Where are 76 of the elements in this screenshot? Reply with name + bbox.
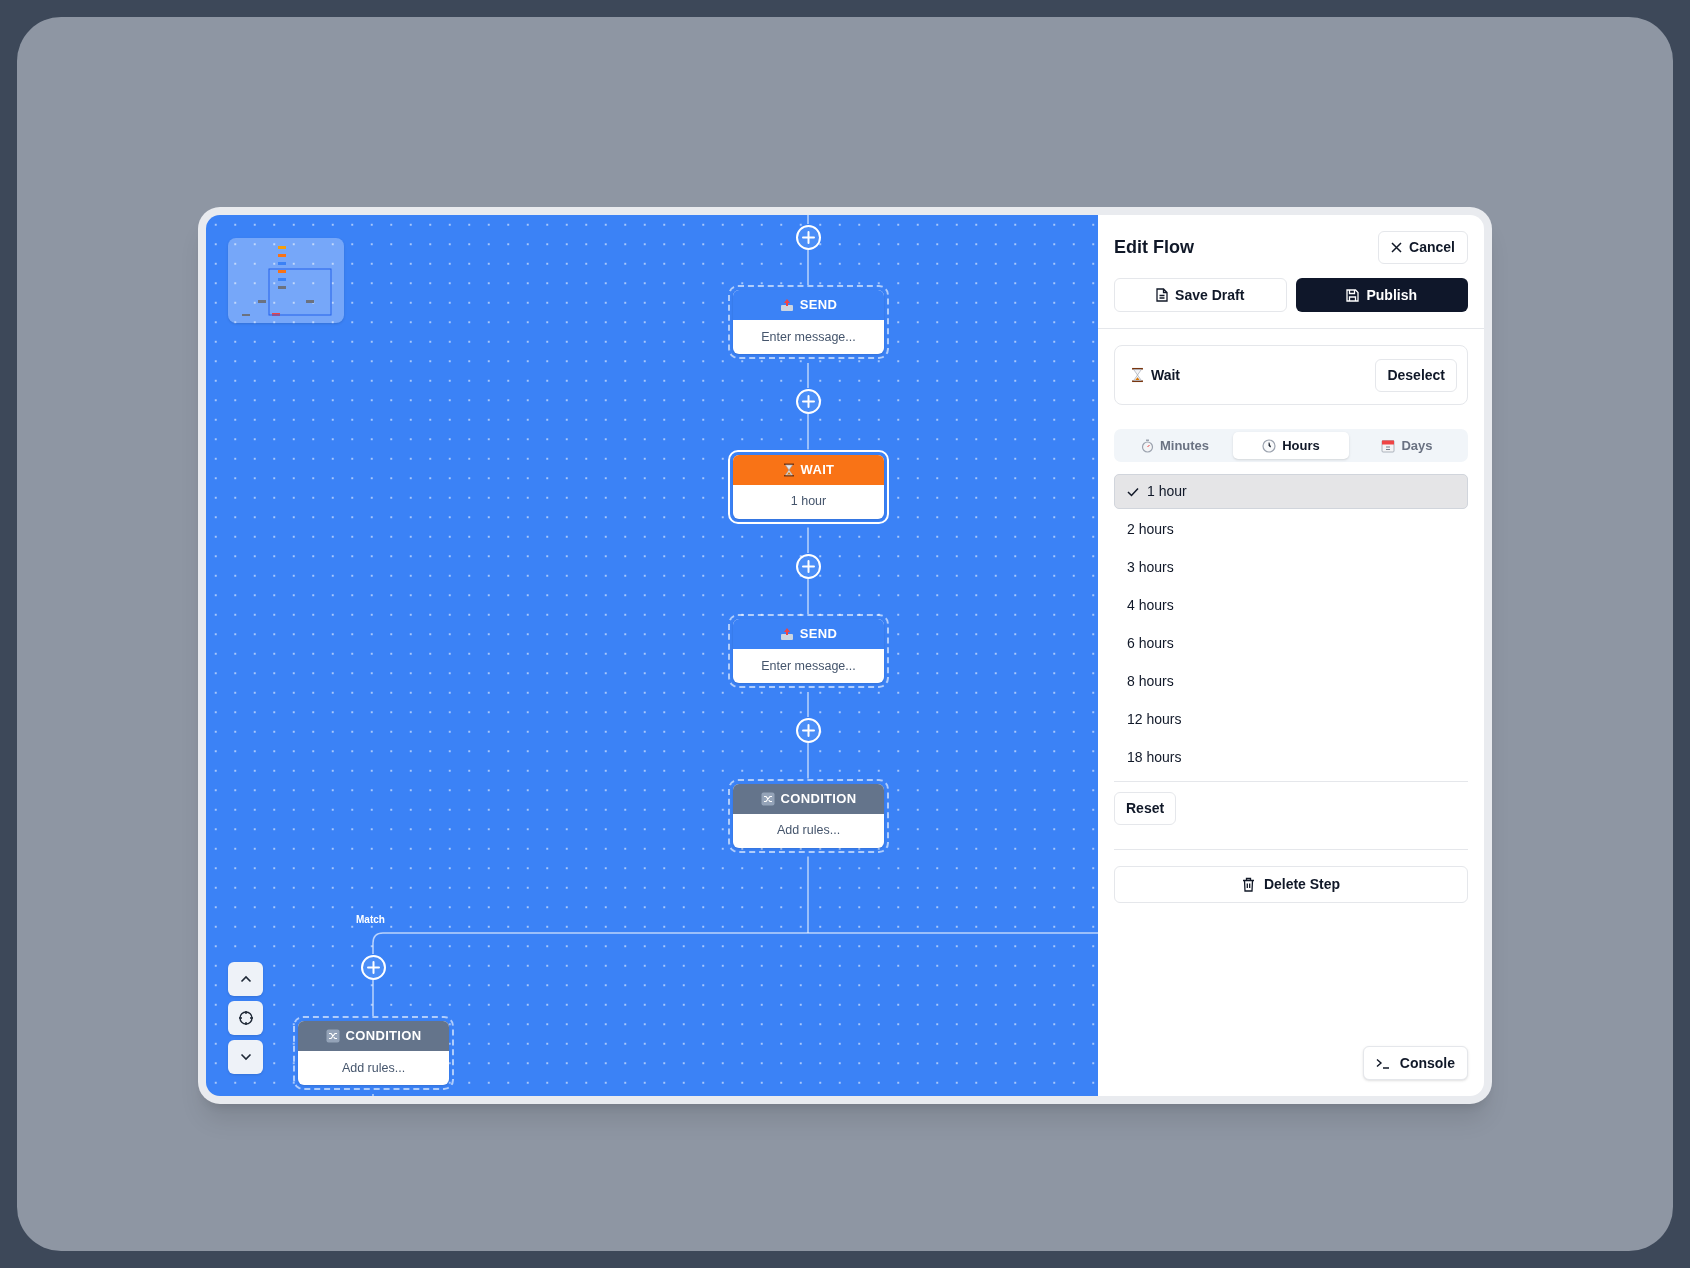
shuffle-icon [325, 1029, 340, 1043]
outbox-tray-icon [779, 627, 794, 641]
close-icon [1391, 242, 1403, 253]
cancel-button[interactable]: Cancel [1378, 231, 1468, 264]
unit-tab[interactable]: Hours [1233, 432, 1349, 459]
chevron-down-icon [239, 1053, 252, 1061]
step-node[interactable]: SEND Enter message... [728, 614, 889, 688]
chevron-up-icon [239, 975, 252, 983]
node-title: SEND [799, 625, 838, 644]
publish-button[interactable]: Publish [1295, 278, 1468, 312]
plus-icon [801, 559, 815, 573]
unit-tab[interactable]: Days [1349, 432, 1465, 459]
branch-label: Match [356, 913, 385, 927]
reset-button[interactable]: Reset [1114, 792, 1177, 825]
duration-option[interactable]: 4 hours [1114, 588, 1468, 623]
document-icon [1156, 288, 1169, 302]
plus-icon [801, 230, 815, 244]
plus-icon [801, 394, 815, 408]
add-step-button[interactable] [360, 954, 386, 980]
step-node[interactable]: WAIT 1 hour [728, 449, 889, 524]
node-body-text: Add rules... [341, 1059, 406, 1077]
panel-title: Edit Flow [1114, 236, 1194, 259]
connector-line [807, 362, 809, 389]
step-node[interactable]: CONDITION Add rules... [293, 1016, 454, 1090]
unit-tab[interactable]: Minutes [1117, 432, 1233, 459]
node-title: WAIT [800, 460, 835, 479]
crosshair-icon [237, 1010, 254, 1026]
step-name: Wait [1151, 365, 1181, 385]
node-title: CONDITION [780, 789, 857, 808]
deselect-button[interactable]: Deselect [1375, 358, 1457, 392]
shuffle-icon [760, 791, 775, 806]
connector-line [807, 526, 809, 554]
duration-option[interactable]: 1 hour [1114, 474, 1468, 509]
duration-option[interactable]: 12 hours [1114, 702, 1468, 737]
add-step-button[interactable] [795, 224, 821, 250]
duration-option[interactable]: 3 hours [1114, 550, 1468, 585]
terminal-icon [1375, 1057, 1390, 1069]
step-node[interactable]: SEND Enter message... [728, 285, 889, 359]
save-draft-button[interactable]: Save Draft [1114, 278, 1287, 312]
calendar-icon [1381, 438, 1396, 453]
connector-line [372, 1093, 374, 1096]
hourglass-icon [1131, 367, 1144, 383]
scroll-up-button[interactable] [228, 962, 263, 996]
duration-option[interactable]: 18 hours [1114, 740, 1468, 775]
node-body-text: Enter message... [761, 657, 856, 675]
node-title: CONDITION [345, 1027, 422, 1046]
connector-line [807, 215, 809, 225]
node-body-text: Add rules... [776, 822, 841, 840]
node-title: SEND [799, 296, 838, 315]
step-node[interactable]: CONDITION Add rules... [728, 778, 889, 853]
outbox-tray-icon [779, 298, 794, 312]
plus-icon [366, 960, 380, 974]
scroll-down-button[interactable] [228, 1040, 263, 1074]
connector-line [372, 979, 374, 1017]
plus-icon [801, 723, 815, 737]
delete-step-button[interactable]: Delete Step [1114, 866, 1468, 903]
add-step-button[interactable] [795, 717, 821, 743]
connector-line [807, 249, 809, 286]
console-button[interactable]: Console [1362, 1046, 1468, 1080]
connector-line [807, 691, 809, 718]
hourglass-icon [782, 462, 795, 477]
duration-option[interactable]: 8 hours [1114, 664, 1468, 699]
connector-line [807, 413, 809, 451]
connector-line [807, 578, 809, 615]
add-step-button[interactable] [795, 388, 821, 414]
duration-option[interactable]: 2 hours [1114, 512, 1468, 547]
connector-line [807, 742, 809, 780]
trash-icon [1241, 877, 1255, 892]
duration-option[interactable]: 6 hours [1114, 626, 1468, 661]
check-icon [1127, 486, 1139, 497]
clock-icon [1262, 438, 1277, 453]
stopwatch-icon [1140, 438, 1154, 453]
node-body-text: Enter message... [761, 328, 856, 346]
node-body-text: 1 hour [790, 493, 827, 511]
recenter-button[interactable] [228, 1001, 263, 1035]
add-step-button[interactable] [795, 553, 821, 579]
